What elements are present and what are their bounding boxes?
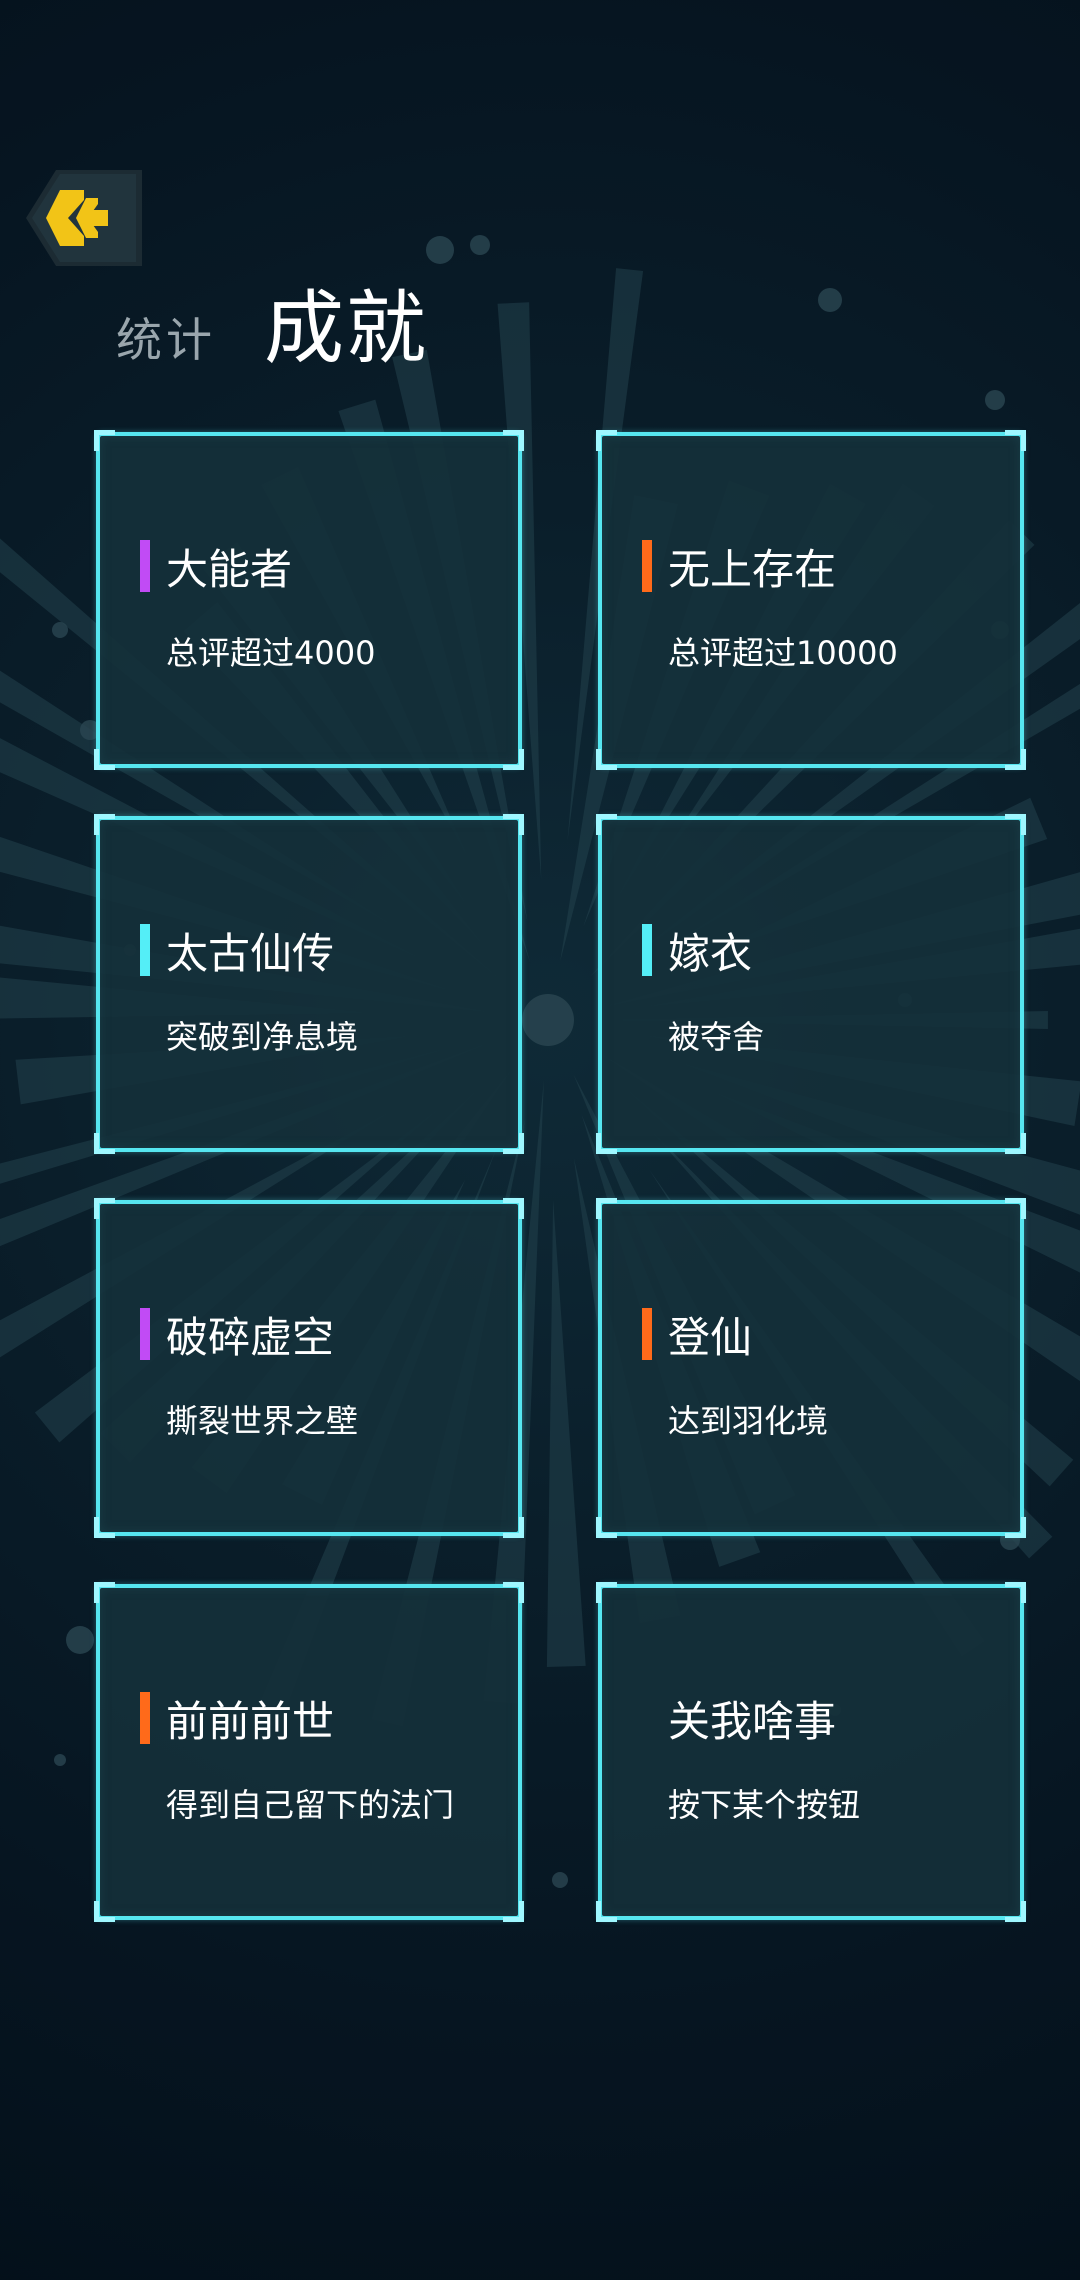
card-corner-accent [1005, 1582, 1026, 1603]
card-corner-accent [503, 1901, 524, 1922]
tier-color-bar [140, 1692, 150, 1744]
card-corner-accent [596, 1517, 617, 1538]
achievement-title-row: 登仙 [642, 1306, 752, 1362]
tier-color-bar [140, 924, 150, 976]
achievement-description: 总评超过10000 [668, 634, 898, 672]
back-button[interactable] [26, 170, 142, 266]
card-corner-accent [94, 814, 115, 835]
card-corner-accent [94, 1901, 115, 1922]
tier-color-bar [140, 540, 150, 592]
achievement-description: 达到羽化境 [668, 1402, 829, 1440]
tier-color-bar [642, 540, 652, 592]
burst-dot [66, 1626, 94, 1654]
card-corner-accent [596, 1198, 617, 1219]
tab-achievements[interactable]: 成就 [264, 264, 428, 380]
burst-dot [818, 288, 842, 312]
card-corner-accent [596, 749, 617, 770]
card-corner-accent [503, 1517, 524, 1538]
achievement-title-row: 无上存在 [642, 538, 836, 594]
tier-color-bar [642, 924, 652, 976]
card-corner-accent [596, 1582, 617, 1603]
card-corner-accent [94, 1582, 115, 1603]
achievement-title-row: 嫁衣 [642, 922, 752, 978]
burst-dot [54, 1754, 66, 1766]
achievement-card[interactable]: 嫁衣 被夺舍 [596, 814, 1026, 1154]
achievement-title: 大能者 [166, 544, 293, 594]
achievement-title: 登仙 [668, 1312, 753, 1362]
achievement-description: 得到自己留下的法门 [166, 1786, 455, 1824]
achievement-title: 太古仙传 [166, 928, 335, 978]
achievement-card[interactable]: 大能者 总评超过4000 [94, 430, 524, 770]
card-corner-accent [1005, 1901, 1026, 1922]
card-corner-accent [503, 1198, 524, 1219]
achievement-title: 无上存在 [668, 544, 837, 594]
achievement-description: 按下某个按钮 [668, 1786, 861, 1824]
achievement-title: 嫁衣 [668, 928, 753, 978]
card-corner-accent [503, 1133, 524, 1154]
card-corner-accent [596, 1133, 617, 1154]
achievement-title-row: 关我啥事 [668, 1690, 836, 1746]
achievement-title-row: 大能者 [140, 538, 292, 594]
card-corner-accent [1005, 749, 1026, 770]
card-corner-accent [94, 1517, 115, 1538]
burst-dot [985, 390, 1005, 410]
card-corner-accent [503, 749, 524, 770]
card-corner-accent [94, 430, 115, 451]
card-corner-accent [94, 749, 115, 770]
tab-statistics[interactable]: 统计 [116, 304, 216, 370]
achievement-card[interactable]: 登仙 达到羽化境 [596, 1198, 1026, 1538]
achievement-card[interactable]: 关我啥事 按下某个按钮 [596, 1582, 1026, 1922]
burst-dot [470, 235, 490, 255]
card-corner-accent [94, 1133, 115, 1154]
card-corner-accent [596, 814, 617, 835]
burst-dot [52, 622, 68, 638]
achievement-grid: 大能者 总评超过4000 无上存在 总评超过10000 太古仙传 突破到净息境 [94, 430, 1026, 1922]
card-corner-accent [1005, 1198, 1026, 1219]
achievement-title-row: 太古仙传 [140, 922, 334, 978]
card-corner-accent [596, 1901, 617, 1922]
card-corner-accent [1005, 430, 1026, 451]
achievement-description: 总评超过4000 [166, 634, 376, 672]
double-chevron-left-icon [26, 170, 142, 266]
card-corner-accent [1005, 814, 1026, 835]
card-corner-accent [1005, 1133, 1026, 1154]
tier-color-bar [642, 1308, 652, 1360]
achievement-card[interactable]: 无上存在 总评超过10000 [596, 430, 1026, 770]
achievement-title: 破碎虚空 [166, 1312, 335, 1362]
achievement-description: 撕裂世界之壁 [166, 1402, 359, 1440]
achievement-card[interactable]: 破碎虚空 撕裂世界之壁 [94, 1198, 524, 1538]
achievement-title: 关我啥事 [668, 1696, 837, 1746]
card-corner-accent [503, 430, 524, 451]
achievement-title-row: 前前前世 [140, 1690, 334, 1746]
card-corner-accent [503, 1582, 524, 1603]
burst-dot [426, 236, 454, 264]
tier-color-bar [140, 1308, 150, 1360]
achievement-title-row: 破碎虚空 [140, 1306, 334, 1362]
tab-bar: 统计 成就 [116, 280, 428, 380]
card-corner-accent [503, 814, 524, 835]
card-corner-accent [94, 1198, 115, 1219]
card-corner-accent [1005, 1517, 1026, 1538]
card-corner-accent [596, 430, 617, 451]
achievement-card[interactable]: 太古仙传 突破到净息境 [94, 814, 524, 1154]
achievement-description: 被夺舍 [668, 1018, 765, 1056]
achievement-title: 前前前世 [166, 1696, 335, 1746]
achievement-card[interactable]: 前前前世 得到自己留下的法门 [94, 1582, 524, 1922]
achievement-description: 突破到净息境 [166, 1018, 359, 1056]
